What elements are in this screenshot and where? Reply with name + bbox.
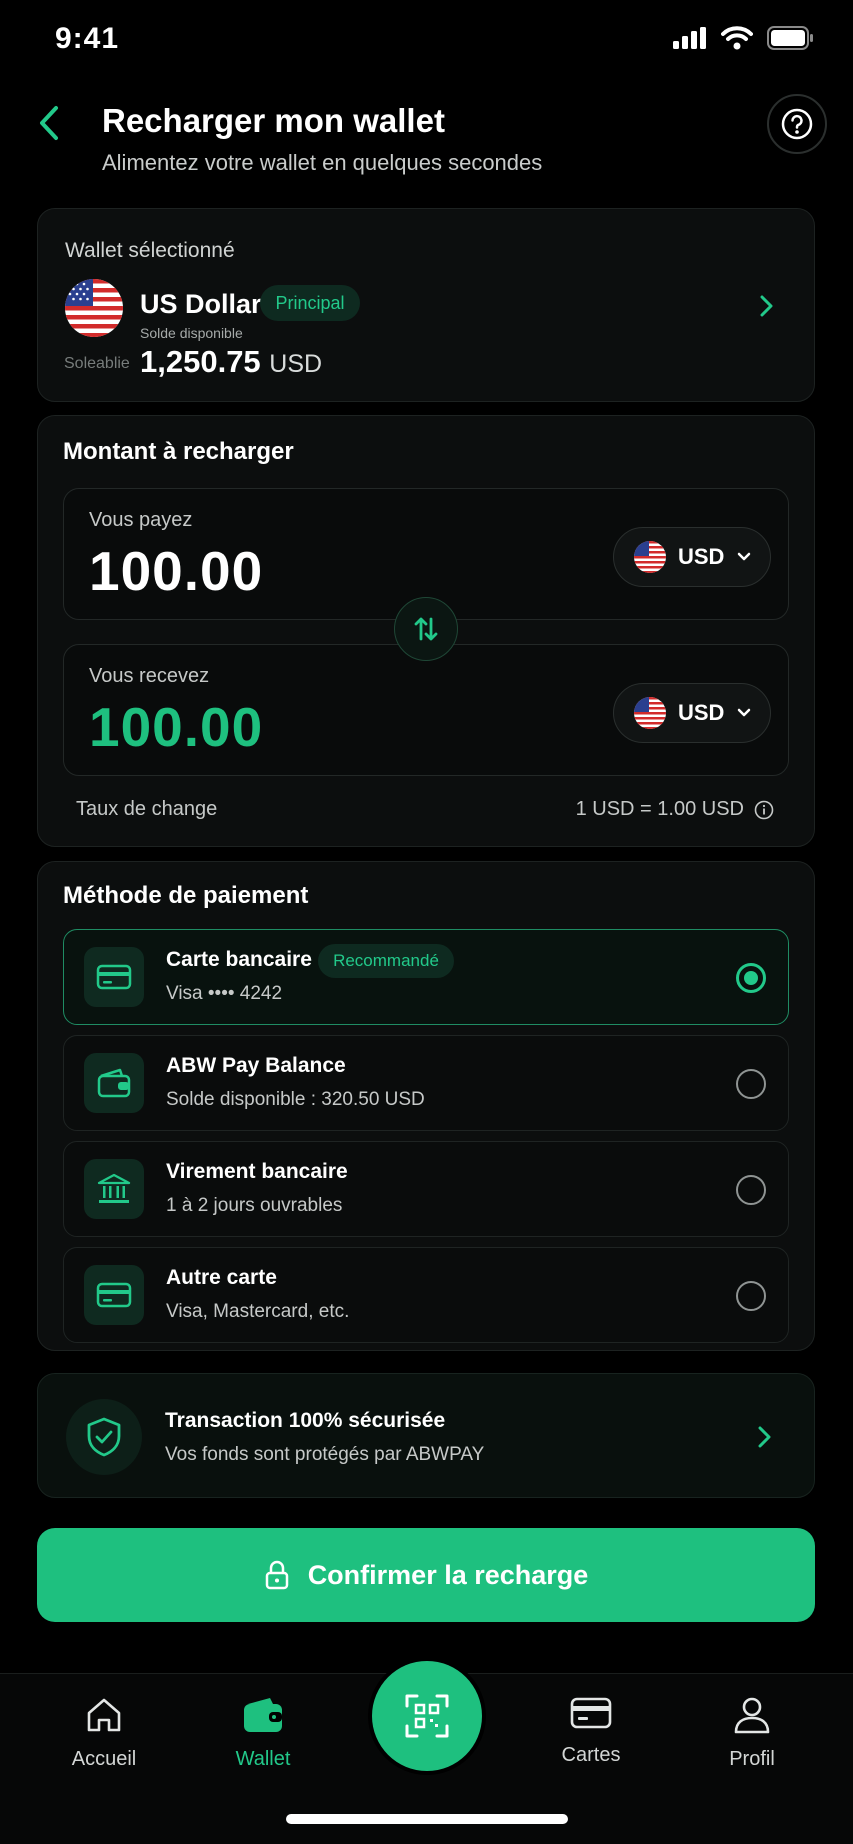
wallet-name: US Dollar	[140, 289, 262, 319]
nav-cartes[interactable]: Cartes	[531, 1696, 651, 1767]
home-indicator	[286, 1814, 568, 1824]
page-subtitle: Alimentez votre wallet en quelques secon…	[102, 150, 543, 175]
pay-amount-input[interactable]: 100.00	[89, 539, 263, 603]
payment-method-abw-balance[interactable]: ABW Pay Balance Solde disponible : 320.5…	[63, 1035, 789, 1131]
scan-button[interactable]	[372, 1661, 482, 1771]
method-title: ABW Pay Balance	[166, 1054, 346, 1077]
payment-method-card-bank[interactable]: Carte bancaire Recommandé Visa •••• 4242	[63, 929, 789, 1025]
us-flag-icon	[65, 279, 123, 337]
pay-currency-select[interactable]: USD	[613, 527, 771, 587]
status-time: 9:41	[55, 22, 120, 55]
swap-button[interactable]	[394, 597, 458, 661]
radio-unselected[interactable]	[736, 1175, 766, 1205]
us-flag-icon	[634, 541, 666, 573]
balance-amount: 1,250.75	[140, 344, 261, 379]
radio-unselected[interactable]	[736, 1069, 766, 1099]
exchange-rate-value: 1 USD = 1.00 USD	[575, 798, 744, 820]
balance-currency: USD	[269, 350, 323, 378]
selected-wallet-card[interactable]: Wallet sélectionné US Dollar Principal S…	[37, 208, 815, 402]
nav-accueil[interactable]: Accueil	[44, 1696, 164, 1771]
receive-currency-code: USD	[678, 700, 725, 725]
home-icon	[87, 1698, 121, 1732]
receive-amount-value: 100.00	[89, 696, 264, 758]
balance-label: Solde disponible	[140, 325, 243, 341]
pay-currency-code: USD	[678, 544, 725, 569]
nav-label: Profil	[729, 1748, 775, 1770]
radio-selected[interactable]	[736, 963, 766, 993]
chevron-down-icon	[738, 552, 751, 561]
confirm-recharge-button[interactable]: Confirmer la recharge	[37, 1528, 815, 1622]
receive-amount-field[interactable]: Vous recevez 100.00 USD	[63, 644, 789, 776]
security-banner[interactable]: Transaction 100% sécurisée Vos fonds son…	[37, 1373, 815, 1498]
wallet-balance: 1,250.75 USD	[140, 344, 322, 380]
signal-icon	[673, 27, 706, 49]
nav-wallet[interactable]: Wallet	[203, 1696, 323, 1771]
scan-qr-icon	[405, 1694, 449, 1738]
nav-label: Wallet	[235, 1748, 291, 1770]
payment-method-bank-transfer[interactable]: Virement bancaire 1 à 2 jours ouvrables	[63, 1141, 789, 1237]
amount-section-title: Montant à recharger	[63, 438, 294, 465]
amount-card: Montant à recharger Vous payez 100.00 US…	[37, 415, 815, 847]
payment-method-card: Méthode de paiement Carte bancaire Recom…	[37, 861, 815, 1351]
credit-card-icon	[84, 1265, 144, 1325]
receive-currency-select[interactable]: USD	[613, 683, 771, 743]
method-title: Carte bancaire	[166, 948, 312, 971]
us-flag-icon	[634, 697, 666, 729]
payment-section-title: Méthode de paiement	[63, 882, 309, 909]
wallet-icon	[244, 1698, 282, 1732]
method-subtitle: Visa, Mastercard, etc.	[166, 1301, 350, 1322]
pay-label: Vous payez	[89, 509, 193, 531]
method-subtitle: 1 à 2 jours ouvrables	[166, 1195, 343, 1216]
wallet-icon	[84, 1053, 144, 1113]
chevron-right-icon	[754, 1424, 774, 1450]
payment-method-other-card[interactable]: Autre carte Visa, Mastercard, etc.	[63, 1247, 789, 1343]
lock-icon	[265, 1560, 288, 1590]
chevron-right-icon	[756, 293, 776, 319]
confirm-label: Confirmer la recharge	[307, 1559, 589, 1590]
credit-card-icon	[84, 947, 144, 1007]
method-title: Autre carte	[166, 1266, 277, 1289]
status-icons	[673, 26, 813, 50]
radio-unselected[interactable]	[736, 1281, 766, 1311]
chevron-left-icon	[40, 106, 58, 140]
nav-profil[interactable]: Profil	[692, 1696, 812, 1771]
exchange-rate-label: Taux de change	[76, 798, 218, 820]
security-subtitle: Vos fonds sont protégés par ABWPAY	[165, 1444, 485, 1465]
security-title: Transaction 100% sécurisée	[165, 1409, 446, 1432]
shield-check-icon	[66, 1399, 142, 1475]
exchange-rate-row: 1 USD = 1.00 USD	[576, 798, 774, 821]
receive-label: Vous recevez	[89, 665, 210, 687]
info-icon[interactable]	[754, 800, 774, 820]
bank-icon	[84, 1159, 144, 1219]
help-button[interactable]	[767, 94, 827, 154]
recommended-badge: Recommandé	[318, 944, 454, 978]
method-title: Virement bancaire	[166, 1160, 348, 1183]
method-subtitle: Visa •••• 4242	[166, 983, 283, 1004]
method-subtitle: Solde disponible : 320.50 USD	[166, 1089, 425, 1110]
user-icon	[734, 1697, 770, 1734]
question-icon	[781, 108, 813, 140]
chevron-down-icon	[738, 708, 751, 717]
card-icon	[570, 1697, 612, 1729]
nav-label: Accueil	[71, 1748, 137, 1770]
swap-arrows-icon	[414, 617, 438, 641]
page-title: Recharger mon wallet	[102, 102, 445, 139]
back-button[interactable]	[32, 100, 66, 146]
principal-badge: Principal	[260, 285, 360, 321]
wallet-label: Wallet sélectionné	[65, 239, 235, 262]
balance-ghost-text: Soleablie	[64, 355, 130, 372]
nav-label: Cartes	[561, 1744, 621, 1766]
wifi-icon	[721, 26, 753, 50]
battery-icon	[767, 26, 813, 50]
